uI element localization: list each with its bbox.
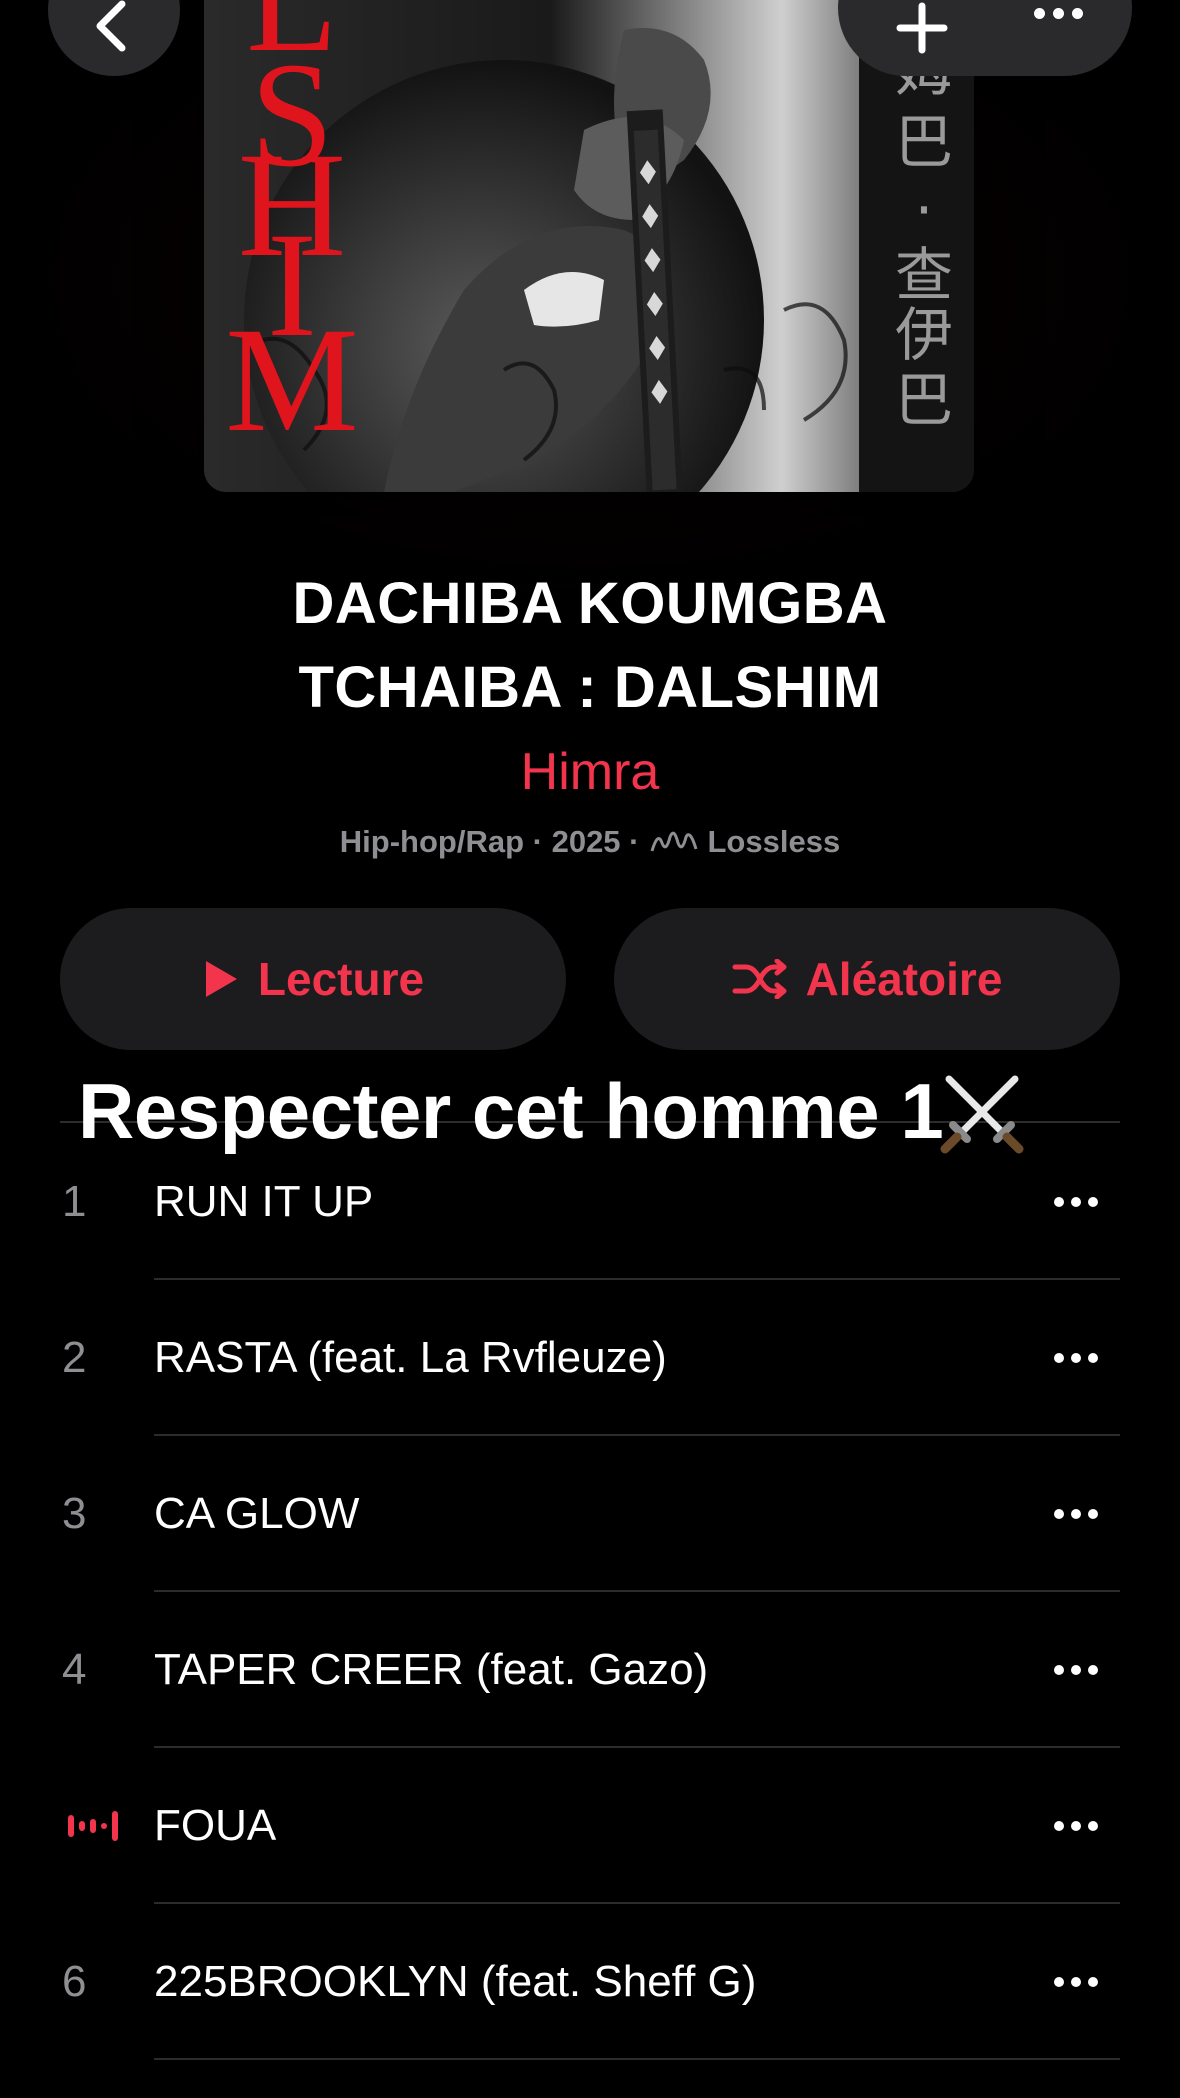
play-button[interactable]: Lecture — [60, 908, 566, 1050]
track-title: FOUA — [154, 1801, 277, 1850]
meta-genre-year: Hip-hop/Rap · 2025 · — [339, 824, 640, 859]
track-more-icon[interactable] — [1054, 1904, 1098, 2060]
track-more-icon[interactable] — [1054, 1436, 1098, 1592]
track-title: TAPER CREER (feat. Gazo) — [154, 1645, 709, 1694]
art-side-char: · — [915, 176, 933, 244]
track-title: 225BROOKLYN (feat. Sheff G) — [154, 1957, 757, 2006]
artist-link[interactable]: Himra — [0, 742, 1180, 802]
shuffle-button[interactable]: Aléatoire — [614, 908, 1120, 1050]
track-row[interactable]: 1 RUN IT UP — [0, 1124, 1180, 1280]
album-artwork[interactable]: L S H I M 姆 巴 · 查 伊 巴 — [204, 0, 974, 492]
track-divider — [154, 2058, 1120, 2060]
art-side-char: 巴 — [895, 108, 953, 176]
top-actions-pill — [838, 0, 1132, 76]
track-row-now-playing[interactable]: FOUA — [0, 1748, 1180, 1904]
track-more-icon[interactable] — [1054, 1280, 1098, 1436]
track-number: 6 — [62, 1957, 87, 2006]
art-side-char: 伊 — [895, 301, 953, 369]
play-button-label: Lecture — [257, 953, 425, 1005]
play-icon — [205, 961, 237, 997]
track-title: RUN IT UP — [154, 1177, 374, 1226]
shuffle-icon — [732, 959, 787, 999]
track-row[interactable]: 2 RASTA (feat. La Rvfleuze) — [0, 1280, 1180, 1436]
album-title: DACHIBA KOUMGBA TCHAIBA : DALSHIM — [160, 562, 1020, 730]
art-letter: M — [225, 297, 358, 463]
lossless-icon — [650, 831, 697, 852]
track-title: RASTA (feat. La Rvfleuze) — [154, 1333, 667, 1382]
track-row[interactable]: 4 TAPER CREER (feat. Gazo) — [0, 1592, 1180, 1748]
add-icon[interactable] — [896, 2, 948, 54]
track-title: CA GLOW — [154, 1489, 360, 1538]
album-meta: Hip-hop/Rap · 2025 · Lossless — [0, 824, 1180, 860]
track-number: 4 — [62, 1645, 87, 1694]
track-more-icon[interactable] — [1054, 1748, 1098, 1904]
more-options-icon[interactable] — [1034, 8, 1083, 19]
track-row[interactable]: 3 CA GLOW — [0, 1436, 1180, 1592]
album-title-line2: TCHAIBA : DALSHIM — [298, 655, 882, 720]
album-title-line1: DACHIBA KOUMGBA — [292, 571, 888, 636]
track-number: 2 — [62, 1333, 87, 1382]
track-row[interactable]: 6 225BROOKLYN (feat. Sheff G) — [0, 1904, 1180, 2060]
now-playing-icon — [68, 1748, 118, 1904]
art-side-char: 查 — [895, 241, 953, 309]
track-more-icon[interactable] — [1054, 1592, 1098, 1748]
art-side-char: 巴 — [895, 366, 953, 434]
track-more-icon[interactable] — [1054, 1124, 1098, 1280]
track-number: 3 — [62, 1489, 87, 1538]
meta-quality: Lossless — [707, 824, 841, 859]
chevron-left-icon — [96, 0, 126, 52]
shuffle-button-label: Aléatoire — [805, 953, 1003, 1005]
track-number: 1 — [62, 1177, 87, 1226]
